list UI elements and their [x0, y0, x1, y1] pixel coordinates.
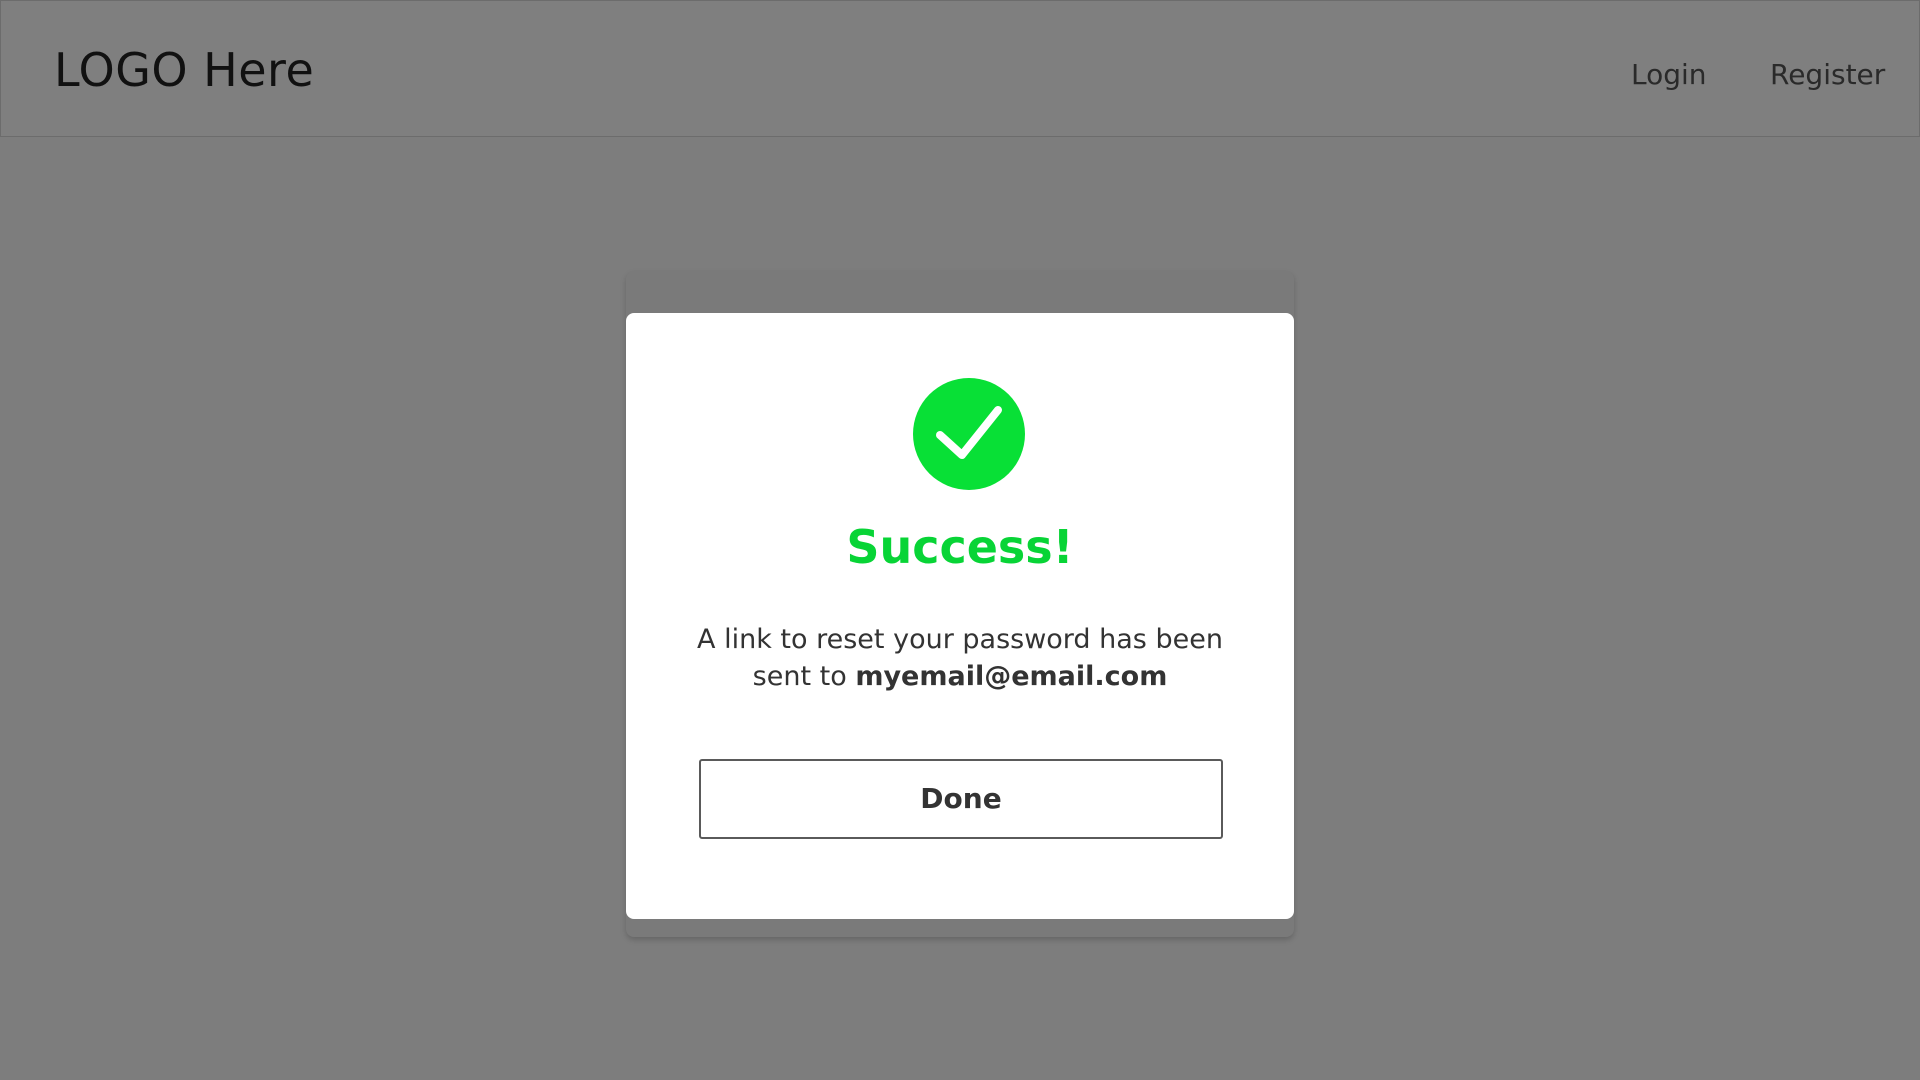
login-link[interactable]: Login — [1631, 58, 1707, 91]
top-navigation-bar: LOGO Here Login Register — [0, 0, 1920, 137]
register-link[interactable]: Register — [1770, 58, 1885, 91]
modal-title: Success! — [846, 520, 1074, 574]
check-circle-icon — [913, 378, 1025, 490]
logo[interactable]: LOGO Here — [54, 43, 314, 97]
email-address: myemail@email.com — [855, 661, 1168, 692]
success-modal: Success! A link to reset your password h… — [626, 313, 1294, 919]
done-button[interactable]: Done — [699, 759, 1223, 839]
modal-message: A link to reset your password has been s… — [686, 621, 1234, 695]
